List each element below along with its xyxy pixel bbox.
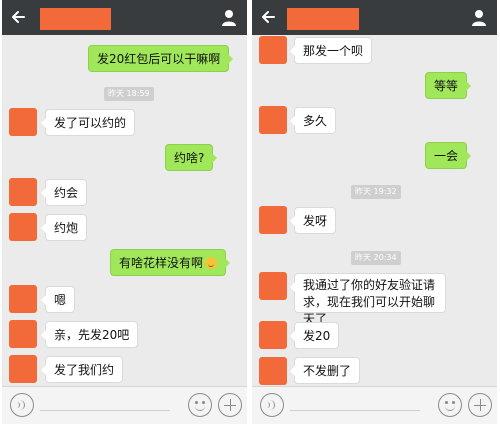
avatar[interactable] [259, 272, 287, 300]
message-bubble: 发了可以约的 [40, 109, 136, 136]
voice-icon[interactable] [260, 393, 284, 417]
avatar[interactable] [9, 285, 37, 313]
avatar[interactable] [259, 321, 287, 349]
avatar[interactable] [9, 213, 37, 241]
message-bubble: 发20 [289, 322, 340, 349]
message-bubble: 有啥花样没有啊 [110, 249, 231, 276]
avatar[interactable] [259, 357, 287, 385]
timestamp: 昨天 18:59 [104, 87, 154, 101]
smiley-icon[interactable] [188, 393, 212, 417]
grin-emoji-icon [205, 257, 218, 269]
plus-icon[interactable] [468, 393, 492, 417]
person-icon[interactable] [221, 9, 237, 26]
message-list: 发20红包后可以干嘛啊 昨天 18:59 发了可以约的 约啥? 约会 约炮 有啥… [2, 35, 247, 385]
back-arrow-icon[interactable] [8, 6, 30, 28]
avatar[interactable] [9, 320, 37, 348]
redacted-contact-name [287, 8, 359, 30]
chat-screen-left: 发20红包后可以干嘛啊 昨天 18:59 发了可以约的 约啥? 约会 约炮 有啥… [2, 0, 247, 424]
message-bubble: 约会 [40, 179, 88, 206]
plus-icon[interactable] [218, 393, 242, 417]
smiley-icon[interactable] [438, 393, 462, 417]
message-bubble: 一会 [425, 142, 472, 169]
message-bubble: 不发删了 [289, 357, 361, 384]
avatar[interactable] [9, 108, 37, 136]
input-bar [252, 386, 497, 424]
timestamp: 昨天 20:34 [351, 251, 401, 265]
avatar[interactable] [9, 355, 37, 383]
message-text: 有啥花样没有啊 [119, 256, 204, 270]
redacted-contact-name [40, 8, 111, 30]
message-list: 那发一个呗 等等 多久 一会 昨天 19:32 发呀 昨天 20:34 我通过了… [252, 35, 497, 385]
avatar[interactable] [259, 36, 287, 64]
message-bubble: 发呀 [289, 207, 337, 234]
message-bubble: 嗯 [40, 286, 76, 313]
message-bubble: 发20红包后可以干嘛啊 [88, 45, 234, 72]
message-bubble: 多久 [289, 107, 337, 134]
message-bubble: 我通过了你的好友验证请求，现在我们可以开始聊天了 [290, 273, 446, 326]
message-input[interactable] [290, 410, 420, 411]
timestamp: 昨天 19:32 [351, 185, 401, 199]
message-bubble: 发了我们约 [40, 356, 124, 383]
message-input[interactable] [40, 410, 170, 411]
message-bubble: 约炮 [40, 214, 88, 241]
top-bar [2, 0, 247, 35]
input-bar [2, 386, 247, 424]
message-bubble: 约啥? [165, 144, 218, 171]
top-bar [252, 0, 497, 35]
message-bubble: 那发一个呗 [289, 37, 373, 64]
chat-screen-right: 那发一个呗 等等 多久 一会 昨天 19:32 发呀 昨天 20:34 我通过了… [252, 0, 497, 424]
message-bubble: 亲，先发20吧 [40, 321, 139, 348]
avatar[interactable] [259, 106, 287, 134]
avatar[interactable] [259, 206, 287, 234]
message-bubble: 等等 [425, 72, 472, 99]
person-icon[interactable] [471, 9, 487, 26]
voice-icon[interactable] [10, 393, 34, 417]
avatar[interactable] [9, 178, 37, 206]
back-arrow-icon[interactable] [258, 6, 280, 28]
